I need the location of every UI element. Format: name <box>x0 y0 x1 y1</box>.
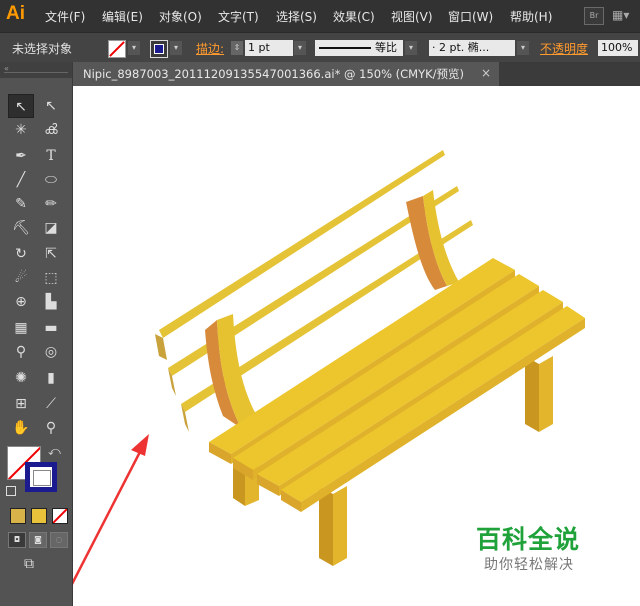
selection-tool-icon[interactable]: ↖ <box>8 94 34 118</box>
toolbox-grip-icon <box>4 72 68 73</box>
column-graph-tool-icon[interactable]: ▮ <box>38 366 64 390</box>
eyedropper-tool-icon[interactable]: ⚲ <box>8 340 34 364</box>
menu-bar: Ai 文件(F) 编辑(E) 对象(O) 文字(T) 选择(S) 效果(C) 视… <box>0 0 640 32</box>
backrest-rail-1 <box>159 150 445 338</box>
scale-tool-icon[interactable]: ⇱ <box>38 242 64 266</box>
draw-inside-icon[interactable]: ◌ <box>50 532 68 548</box>
stroke-profile-field[interactable]: 等比 <box>315 40 403 56</box>
ellipse-tool-icon[interactable]: ⬭ <box>38 168 64 192</box>
gradient-tool-icon[interactable]: ▬ <box>38 316 64 340</box>
menu-view[interactable]: 视图(V) <box>391 8 433 25</box>
shape-builder-tool-icon[interactable]: ⊕ <box>8 290 34 314</box>
free-transform-tool-icon[interactable]: ⬚ <box>38 266 64 290</box>
bridge-button[interactable]: Br <box>584 7 604 25</box>
blob-brush-tool-icon[interactable]: ⛏ <box>8 216 34 240</box>
none-mode-slash-icon <box>53 509 67 523</box>
app-logo: Ai <box>6 3 25 24</box>
hand-tool-icon[interactable]: ✋ <box>8 416 34 440</box>
paintbrush-tool-icon[interactable]: ✎ <box>8 192 34 216</box>
lasso-tool-icon[interactable]: ൿ <box>38 118 64 142</box>
pencil-tool-icon[interactable]: ✏ <box>38 192 64 216</box>
fill-dropdown-icon[interactable]: ▾ <box>128 41 140 55</box>
stroke-swatch[interactable] <box>150 40 168 58</box>
red-arrow-shaft <box>73 445 145 585</box>
type-tool-icon[interactable]: T <box>38 144 64 168</box>
mesh-tool-icon[interactable]: ▦ <box>8 316 34 340</box>
leg-back-right-side <box>525 356 539 432</box>
opacity-label[interactable]: 不透明度 <box>540 40 588 57</box>
zoom-tool-icon[interactable]: ⚲ <box>38 416 64 440</box>
gradient-mode-swatch-icon[interactable] <box>31 508 47 524</box>
control-bar: 未选择对象 ▾ ▾ 描边: ⇕ 1 pt ▾ 等比 ▾ · 2 pt. 椭...… <box>0 32 640 64</box>
direct-selection-tool-icon[interactable]: ↖ <box>38 94 64 118</box>
menu-file[interactable]: 文件(F) <box>45 8 85 25</box>
slice-tool-icon[interactable]: ⟋ <box>38 392 64 416</box>
default-colors-icon[interactable] <box>6 486 16 496</box>
document-tab[interactable]: Nipic_8987003_20111209135547001366.ai* @… <box>73 62 499 86</box>
symbol-sprayer-tool-icon[interactable]: ✺ <box>8 366 34 390</box>
blend-tool-icon[interactable]: ◎ <box>38 340 64 364</box>
draw-normal-icon[interactable]: ◘ <box>8 532 26 548</box>
stroke-dropdown-icon[interactable]: ▾ <box>170 41 182 55</box>
brush-dropdown-icon[interactable]: ▾ <box>517 41 529 55</box>
swap-colors-icon[interactable]: ⤺ <box>48 444 61 459</box>
menu-select[interactable]: 选择(S) <box>276 8 317 25</box>
rotate-tool-icon[interactable]: ↻ <box>8 242 34 266</box>
artboard-tool-icon[interactable]: ⊞ <box>8 392 34 416</box>
stroke-weight-dropdown-icon[interactable]: ▾ <box>294 41 306 55</box>
brush-definition-field[interactable]: · 2 pt. 椭... <box>429 40 515 56</box>
menu-help[interactable]: 帮助(H) <box>510 8 552 25</box>
leg-front-right-face <box>333 486 347 566</box>
perspective-grid-tool-icon[interactable]: ▙ <box>38 290 64 314</box>
line-tool-icon[interactable]: ╱ <box>8 168 34 192</box>
menu-object[interactable]: 对象(O) <box>159 8 202 25</box>
selection-status: 未选择对象 <box>12 42 73 56</box>
draw-behind-icon[interactable]: ◙ <box>29 532 47 548</box>
document-tab-bar: Nipic_8987003_20111209135547001366.ai* @… <box>73 62 640 86</box>
none-mode-swatch-icon[interactable] <box>52 508 68 524</box>
stroke-profile-dropdown-icon[interactable]: ▾ <box>405 41 417 55</box>
warp-tool-icon[interactable]: ☄ <box>8 266 34 290</box>
stroke-inner-icon <box>33 470 51 486</box>
screen-mode-icon[interactable]: ⧉ <box>24 556 46 572</box>
stroke-label[interactable]: 描边: <box>196 40 224 57</box>
magic-wand-tool-icon[interactable]: ✳ <box>8 118 34 142</box>
stroke-weight-field[interactable]: 1 pt <box>245 40 293 56</box>
stroke-color-box[interactable] <box>25 462 57 492</box>
workspace-grid-icon[interactable]: ▦▾ <box>612 8 638 24</box>
leg-back-right-face <box>539 356 553 432</box>
toolbox-header[interactable]: « <box>0 62 72 78</box>
menu-edit[interactable]: 编辑(E) <box>102 8 143 25</box>
stroke-swatch-inner-icon <box>154 44 164 54</box>
pen-tool-icon[interactable]: ✒ <box>8 144 34 168</box>
stroke-line-preview <box>319 47 371 49</box>
watermark-main: 百科全说 <box>476 525 581 554</box>
watermark-sub: 助你轻松解决 <box>484 557 574 573</box>
eraser-tool-icon[interactable]: ◪ <box>38 216 64 240</box>
menu-window[interactable]: 窗口(W) <box>448 8 493 25</box>
close-tab-icon[interactable]: × <box>481 66 491 80</box>
toolbox-panel: « ↖ ↖ ✳ ൿ ✒ T ╱ ⬭ ✎ ✏ ⛏ ◪ ↻ ⇱ ☄ ⬚ ⊕ ▙ ▦ … <box>0 62 73 606</box>
color-mode-swatch-icon[interactable] <box>10 508 26 524</box>
stroke-stepper-icon[interactable]: ⇕ <box>231 41 243 55</box>
opacity-field[interactable]: 100% <box>598 40 638 56</box>
backrest-rail-1-end <box>155 334 167 360</box>
menu-type[interactable]: 文字(T) <box>218 8 259 25</box>
menu-effect[interactable]: 效果(C) <box>333 8 375 25</box>
fill-swatch[interactable] <box>108 40 126 58</box>
stroke-profile-label: 等比 <box>375 41 397 54</box>
red-arrow-head <box>131 434 149 456</box>
